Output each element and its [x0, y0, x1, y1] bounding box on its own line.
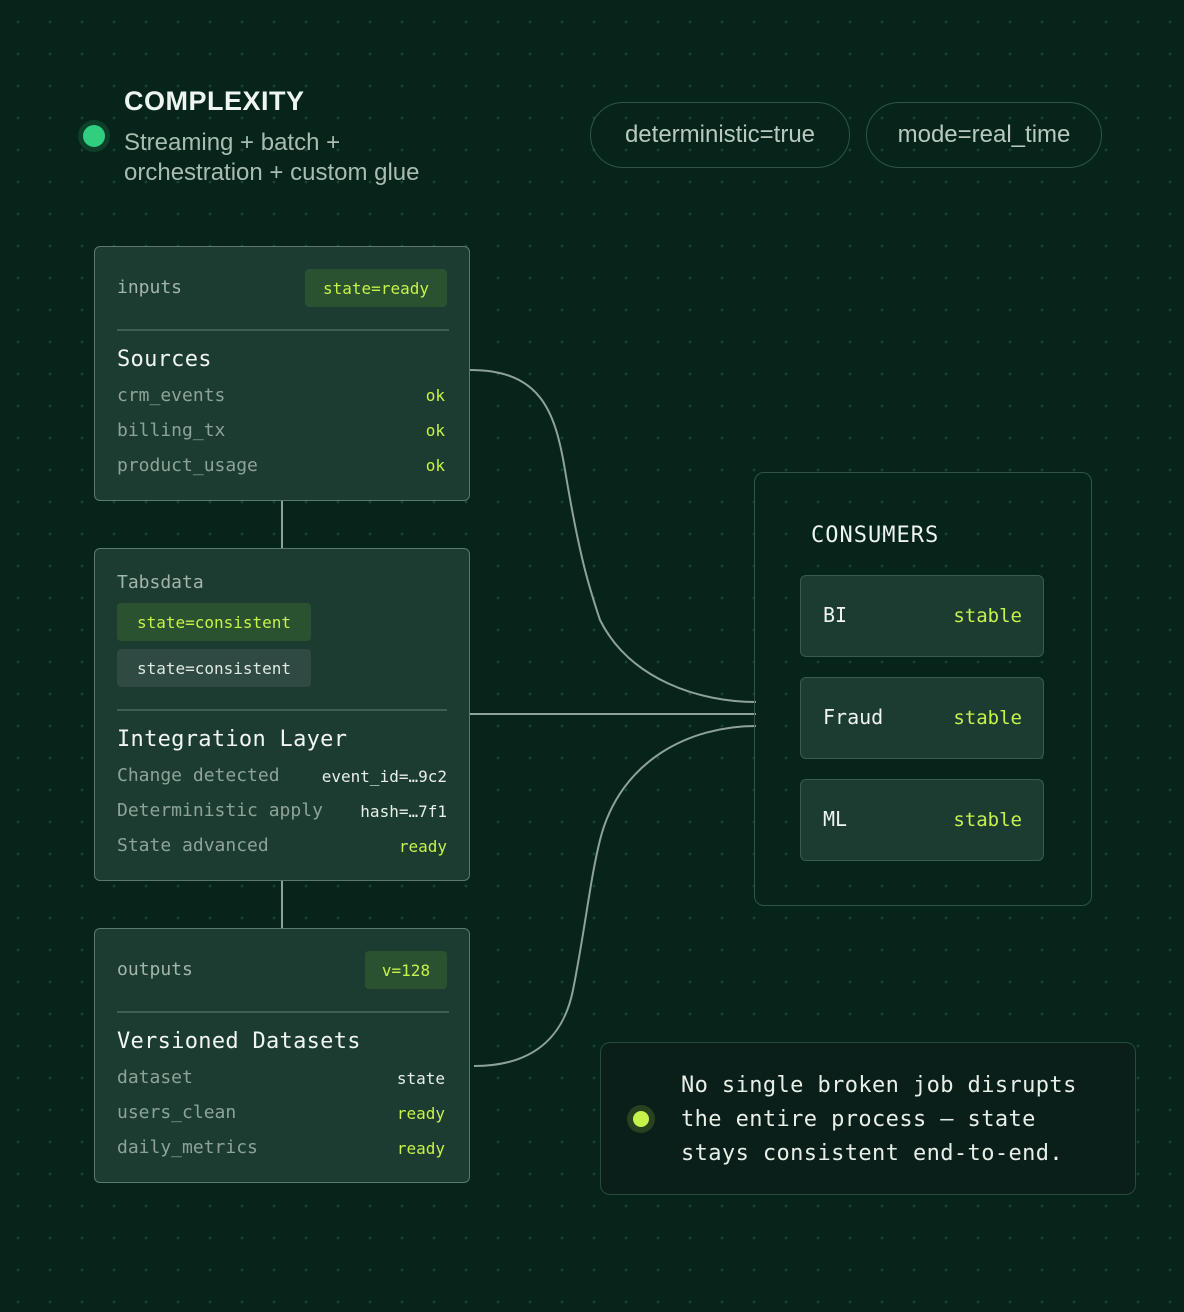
- state-badge-inactive: state=consistent: [117, 649, 311, 687]
- note-callout: No single broken job disrupts the entire…: [600, 1042, 1136, 1195]
- outputs-label: outputs: [117, 959, 193, 980]
- divider: [117, 709, 447, 711]
- note-line: the entire process — state: [681, 1107, 1036, 1132]
- source-key: billing_tx: [117, 420, 226, 441]
- step-value: hash=…7f1: [360, 802, 447, 821]
- consumer-name: BI: [823, 603, 848, 627]
- page-title: COMPLEXITY: [124, 86, 305, 116]
- page-subtitle: Streaming + batch + orchestration + cust…: [124, 129, 420, 186]
- source-key: product_usage: [117, 455, 258, 476]
- version-badge: v=128: [365, 951, 447, 989]
- consumers-title: CONSUMERS: [811, 523, 940, 548]
- connector-outputs-to-consumers: [473, 725, 757, 1067]
- tabsdata-card: Tabsdata state=consistent state=consiste…: [94, 548, 470, 881]
- source-key: crm_events: [117, 385, 226, 406]
- consumer-item-bi: BI stable: [800, 575, 1044, 657]
- step-key: Deterministic apply: [117, 800, 323, 821]
- inputs-state-badge: state=ready: [305, 269, 447, 307]
- consumer-item-fraud: Fraud stable: [800, 677, 1044, 759]
- note-text: No single broken job disrupts the entire…: [681, 1069, 1077, 1171]
- consumers-panel: CONSUMERS BI stable Fraud stable ML stab…: [754, 472, 1092, 906]
- integration-title: Integration Layer: [117, 727, 348, 752]
- divider: [117, 329, 449, 331]
- inputs-card: inputs state=ready Sources crm_events ok…: [94, 246, 470, 501]
- source-status: ok: [425, 456, 445, 475]
- connector-sources-to-consumers: [469, 369, 757, 703]
- dataset-key: daily_metrics: [117, 1137, 258, 1158]
- pill-mode: mode=real_time: [866, 102, 1102, 168]
- source-status: ok: [425, 386, 445, 405]
- dataset-key: dataset: [117, 1067, 193, 1088]
- step-key: State advanced: [117, 835, 269, 856]
- consumer-status: stable: [953, 809, 1022, 831]
- source-status: ok: [425, 421, 445, 440]
- note-line: stays consistent end-to-end.: [681, 1141, 1064, 1166]
- note-line: No single broken job disrupts: [681, 1073, 1077, 1098]
- step-value: event_id=…9c2: [321, 767, 447, 786]
- consumer-status: stable: [953, 707, 1022, 729]
- step-value: ready: [398, 837, 447, 856]
- outputs-card: outputs v=128 Versioned Datasets dataset…: [94, 928, 470, 1183]
- consumer-item-ml: ML stable: [800, 779, 1044, 861]
- consumer-name: Fraud: [823, 705, 884, 729]
- dataset-value: ready: [396, 1139, 445, 1158]
- dataset-value: ready: [396, 1104, 445, 1123]
- datasets-title: Versioned Datasets: [117, 1029, 361, 1054]
- dataset-key: users_clean: [117, 1102, 237, 1123]
- tabsdata-label: Tabsdata: [117, 572, 204, 593]
- step-key: Change detected: [117, 765, 280, 786]
- consumer-status: stable: [953, 605, 1022, 627]
- dataset-value: state: [396, 1069, 445, 1088]
- sources-title: Sources: [117, 347, 212, 372]
- status-dot: [83, 125, 105, 147]
- pill-deterministic: deterministic=true: [590, 102, 850, 168]
- note-dot: [633, 1111, 649, 1127]
- divider: [117, 1011, 449, 1013]
- consumer-name: ML: [823, 807, 848, 831]
- state-badge-active: state=consistent: [117, 603, 311, 641]
- inputs-label: inputs: [117, 277, 183, 298]
